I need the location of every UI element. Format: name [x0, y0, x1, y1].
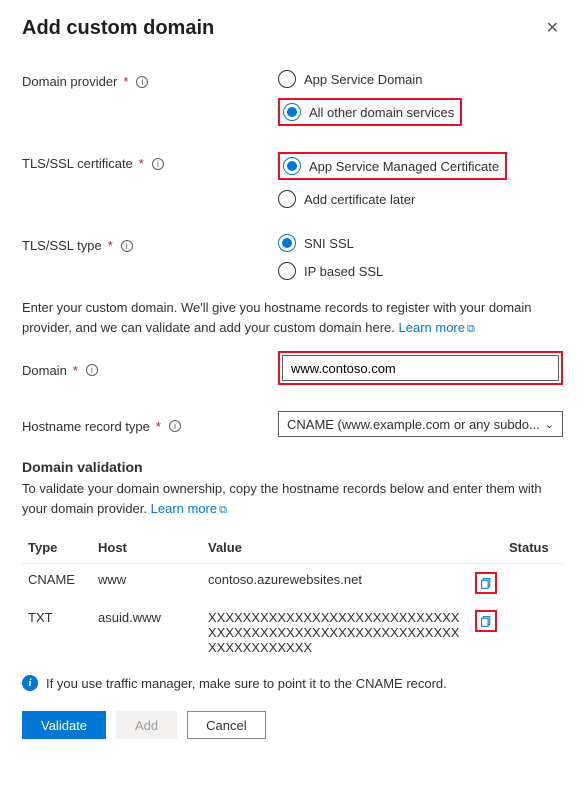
tls-cert-label: TLS/SSL certificate* i: [22, 152, 278, 171]
record-type-label: Hostname record type* i: [22, 415, 278, 434]
validation-table: Type Host Value Status CNAME www contoso…: [22, 532, 563, 663]
info-icon[interactable]: i: [86, 364, 98, 376]
external-link-icon: ⧉: [219, 502, 227, 519]
cancel-button[interactable]: Cancel: [187, 711, 265, 739]
chevron-down-icon: ⌄: [545, 418, 554, 431]
th-status: Status: [503, 532, 563, 564]
add-button: Add: [116, 711, 177, 739]
info-icon: i: [22, 675, 38, 691]
info-icon[interactable]: i: [152, 158, 164, 170]
radio-ip-ssl[interactable]: IP based SSL: [278, 262, 563, 280]
th-copy: [469, 532, 503, 564]
record-type-select[interactable]: CNAME (www.example.com or any subdo... ⌄: [278, 411, 563, 437]
info-icon[interactable]: i: [121, 240, 133, 252]
tls-type-label: TLS/SSL type* i: [22, 234, 278, 253]
validate-button[interactable]: Validate: [22, 711, 106, 739]
radio-sni-ssl[interactable]: SNI SSL: [278, 234, 563, 252]
learn-more-link[interactable]: Learn more⧉: [151, 501, 227, 516]
radio-cert-later[interactable]: Add certificate later: [278, 190, 563, 208]
radio-app-service-domain[interactable]: App Service Domain: [278, 70, 563, 88]
copy-button[interactable]: [475, 610, 497, 632]
th-value: Value: [202, 532, 469, 564]
domain-input[interactable]: [282, 355, 559, 381]
domain-description: Enter your custom domain. We'll give you…: [22, 298, 563, 337]
table-row: TXT asuid.www XXXXXXXXXXXXXXXXXXXXXXXXXX…: [22, 602, 563, 663]
copy-icon: [480, 577, 493, 590]
radio-managed-cert[interactable]: App Service Managed Certificate: [283, 157, 499, 175]
copy-icon: [480, 615, 493, 628]
page-title: Add custom domain: [22, 17, 214, 40]
validation-text: To validate your domain ownership, copy …: [22, 479, 563, 518]
info-icon[interactable]: i: [136, 76, 148, 88]
copy-button[interactable]: [475, 572, 497, 594]
close-icon[interactable]: ✕: [542, 14, 563, 42]
note-text: If you use traffic manager, make sure to…: [46, 676, 447, 691]
external-link-icon: ⧉: [467, 321, 475, 338]
radio-all-other-domains[interactable]: All other domain services: [283, 103, 454, 121]
table-row: CNAME www contoso.azurewebsites.net: [22, 564, 563, 603]
th-type: Type: [22, 532, 92, 564]
learn-more-link[interactable]: Learn more⧉: [399, 320, 475, 335]
info-icon[interactable]: i: [169, 420, 181, 432]
th-host: Host: [92, 532, 202, 564]
domain-provider-label: Domain provider* i: [22, 70, 278, 89]
validation-heading: Domain validation: [22, 459, 563, 475]
domain-label: Domain* i: [22, 359, 278, 378]
